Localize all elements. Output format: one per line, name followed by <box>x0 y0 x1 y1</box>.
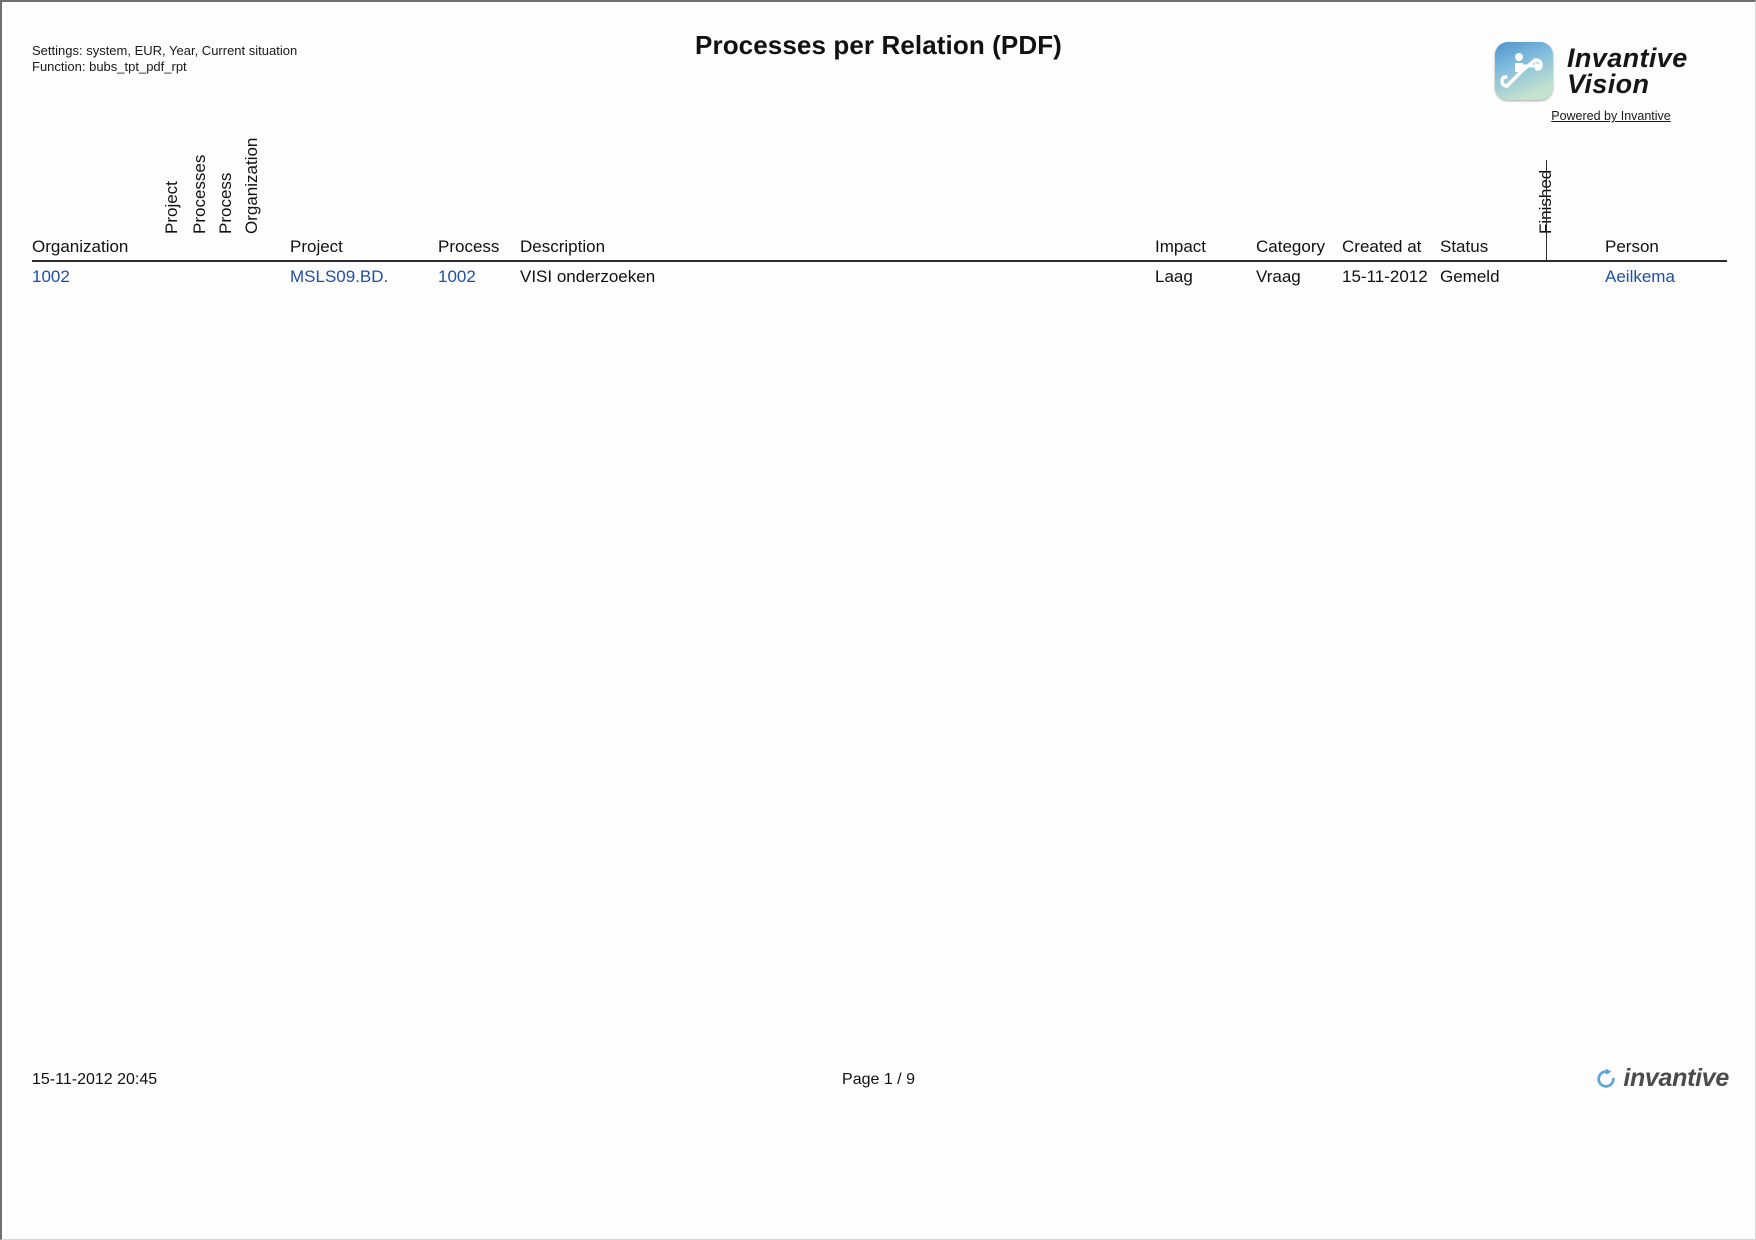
brand-logo: Invantive Vision Powered by Invantive <box>1495 42 1727 123</box>
column-header: Category <box>1256 237 1325 256</box>
column-header: Person <box>1605 237 1659 256</box>
refresh-circle-icon <box>1595 1067 1617 1090</box>
vertical-column-header: Project <box>162 181 181 234</box>
cell-status: Gemeld <box>1440 267 1500 286</box>
footer-logo-word: invantive <box>1623 1064 1729 1092</box>
cell-created-at: 15-11-2012 <box>1342 267 1428 286</box>
table-row: 1002 MSLS09.BD. 1002 VISI onderzoeken Laag Vr… <box>32 262 1727 292</box>
brand-name-line2: Vision <box>1567 69 1650 99</box>
cell-project[interactable]: MSLS09.BD. <box>290 267 388 287</box>
vertical-column-header: Process <box>216 172 235 234</box>
cell-organization[interactable]: 1002 <box>32 267 70 287</box>
powered-by-link[interactable]: Powered by Invantive <box>1495 109 1727 123</box>
brand-name-line1: Invantive <box>1567 43 1688 73</box>
footer-brand-logo: invantive <box>1595 1064 1729 1093</box>
cell-description: VISI onderzoeken <box>520 267 656 286</box>
column-header: Process <box>438 237 500 256</box>
vertical-column-header: Processes <box>190 154 209 234</box>
column-header: Created at <box>1342 237 1422 256</box>
cell-person[interactable]: Aeilkema <box>1605 267 1675 287</box>
cell-impact: Laag <box>1155 267 1193 286</box>
column-separator <box>1546 234 1547 260</box>
page-title: Processes per Relation (PDF) <box>695 30 1062 60</box>
cell-category: Vraag <box>1256 267 1301 286</box>
brand-row: Invantive Vision <box>1495 42 1727 100</box>
column-separator <box>1546 160 1547 234</box>
footer-page-number: Page 1 / 9 <box>842 1071 915 1088</box>
column-header: Organization <box>32 237 129 256</box>
column-header: Status <box>1440 237 1489 256</box>
rotated-header-zone: Project Processes Process Organization Finis… <box>32 138 1727 234</box>
column-header: Impact <box>1155 237 1207 256</box>
vertical-column-header: Organization <box>242 137 261 234</box>
escalator-icon <box>1495 42 1553 100</box>
column-header: Description <box>520 237 606 256</box>
report-table: Project Processes Process Organization Finis… <box>32 138 1727 292</box>
table-header-row: Organization Project Process Description Imp… <box>32 234 1727 262</box>
column-header: Project <box>290 237 343 256</box>
function-line: Function: bubs_tpt_pdf_rpt <box>32 59 187 74</box>
pdf-page: Settings: system, EUR, Year, Current sit… <box>0 0 1756 1240</box>
brand-wordmark: Invantive Vision <box>1567 43 1688 99</box>
cell-process[interactable]: 1002 <box>438 267 476 287</box>
